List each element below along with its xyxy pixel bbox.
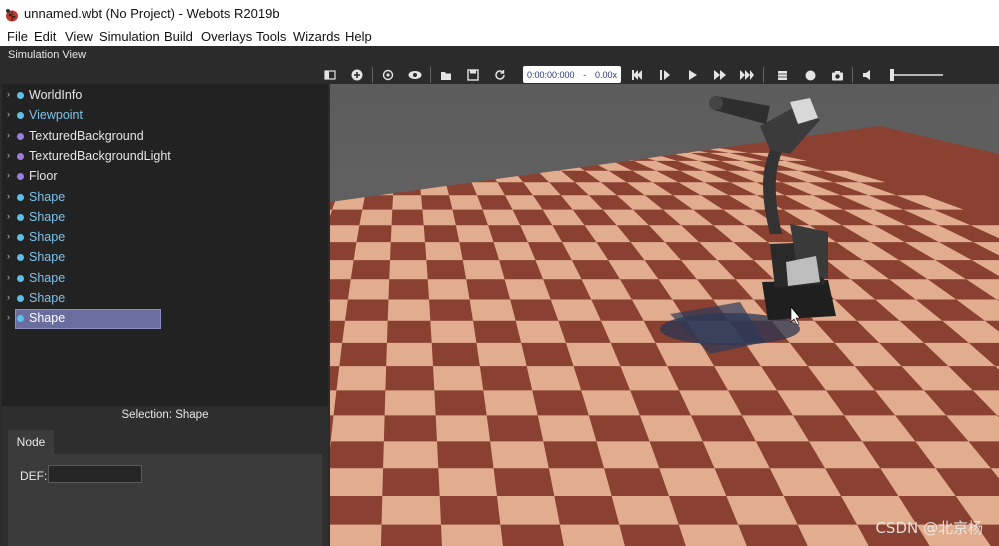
webots-ladybug-icon [6, 9, 18, 22]
scene-tree-item[interactable]: › WorldInfo [2, 86, 328, 106]
scene-tree-item-label: Shape [29, 270, 66, 285]
window-title: unnamed.wbt (No Project) - Webots R2019b [24, 6, 280, 21]
volume-slider[interactable] [890, 69, 944, 81]
dock-title: Simulation View [8, 49, 87, 61]
watermark: CSDN @北京杨 [875, 519, 983, 537]
expand-arrow-icon[interactable]: › [7, 89, 10, 99]
menu-simulation[interactable]: Simulation [99, 29, 160, 44]
scene-tree-item-label: TexturedBackground [29, 128, 144, 143]
node-panel: DEF: [8, 454, 322, 546]
selection-title: Selection: Shape [121, 409, 209, 421]
title-bar: unnamed.wbt (No Project) - Webots R2019b [0, 0, 999, 28]
node-dot-icon [17, 213, 24, 221]
scene-tree-item[interactable]: › Shape [2, 188, 328, 208]
screenshot-icon[interactable] [827, 65, 847, 85]
scene-tree-item-label: Floor [29, 169, 58, 184]
show-hide-icon[interactable] [405, 65, 425, 85]
node-dot-icon [17, 234, 24, 242]
scene-tree-item[interactable]: › Shape [2, 289, 328, 309]
scene-tree-item[interactable]: › Shape [2, 269, 328, 289]
node-dot-icon [17, 92, 24, 99]
play-icon[interactable] [683, 65, 703, 85]
def-label: DEF: [20, 469, 48, 483]
expand-arrow-icon[interactable]: › [7, 211, 10, 221]
menu-overlays[interactable]: Overlays [201, 29, 252, 44]
expand-arrow-icon[interactable]: › [7, 109, 10, 119]
menu-help[interactable]: Help [345, 29, 372, 44]
scene-tree-item[interactable]: › TexturedBackgroundLight [2, 147, 328, 167]
menu-tools[interactable]: Tools [256, 29, 286, 44]
expand-arrow-icon[interactable]: › [7, 150, 10, 160]
scene-tree-item-label: Shape [29, 291, 66, 305]
menu-build[interactable]: Build [164, 29, 193, 44]
mute-icon[interactable] [858, 65, 878, 85]
scene-tree-item[interactable]: › TexturedBackground [2, 127, 328, 147]
speed-separator: - [583, 69, 587, 80]
expand-arrow-icon[interactable]: › [7, 170, 10, 180]
scene-tree-item[interactable]: › Shape [2, 309, 328, 330]
menu-edit[interactable]: Edit [34, 29, 56, 44]
node-dot-icon [17, 274, 24, 282]
scene-tree-item[interactable]: › Floor [2, 167, 328, 187]
expand-arrow-icon[interactable]: › [7, 251, 10, 261]
menu-file[interactable]: File [7, 29, 28, 44]
menu-wizards[interactable]: Wizards [293, 29, 340, 44]
fastest-icon[interactable] [737, 65, 757, 85]
node-dot-icon [17, 132, 24, 140]
simulation-toolbar: 0:00:00:000 - 0.00x [320, 64, 999, 86]
simulation-time: 0:00:00:000 [527, 69, 575, 80]
scene-tree-item-label: TexturedBackgroundLight [29, 148, 171, 163]
node-dot-icon [17, 173, 24, 181]
node-dot-icon [17, 193, 24, 201]
scene-tree-item-label: Shape [29, 189, 66, 204]
scene-tree-item-label: Shape [29, 250, 66, 265]
record-animation-icon[interactable] [800, 65, 820, 85]
scene-tree-item-label: WorldInfo [29, 88, 83, 102]
open-world-icon[interactable] [436, 65, 456, 85]
reset-simulation-icon[interactable] [627, 65, 647, 85]
expand-arrow-icon[interactable]: › [7, 191, 10, 201]
step-icon[interactable] [655, 65, 675, 85]
node-dot-icon [17, 152, 24, 160]
scene-tree-item[interactable]: › Viewpoint [2, 106, 328, 126]
3d-scene [330, 84, 999, 546]
scene-tree-item-label: Viewpoint [29, 108, 83, 123]
expand-arrow-icon[interactable]: › [7, 292, 10, 302]
scene-tree: › WorldInfo › Viewpoint › TexturedBackground ›… [2, 84, 328, 406]
reload-world-icon[interactable] [490, 65, 510, 85]
expand-arrow-icon[interactable]: › [7, 312, 10, 322]
simulation-view-dock: Simulation View 0:00:00:000 - 0.00x › Wo… [0, 46, 999, 546]
reset-view-icon[interactable] [378, 65, 398, 85]
simulation-time-display: 0:00:00:000 - 0.00x [523, 66, 621, 83]
scene-tree-item[interactable]: › Shape [2, 208, 328, 228]
node-dot-icon [17, 295, 24, 302]
toggle-scene-tree-icon[interactable] [320, 65, 340, 85]
3d-viewport[interactable]: CSDN @北京杨 [330, 84, 999, 546]
expand-arrow-icon[interactable]: › [7, 231, 10, 241]
fast-forward-icon[interactable] [710, 65, 730, 85]
scene-tree-item-label: Shape [29, 209, 66, 224]
save-world-icon[interactable] [463, 65, 483, 85]
volume-slider-handle[interactable] [890, 69, 894, 81]
tab-node[interactable]: Node [8, 430, 54, 454]
menu-view[interactable]: View [65, 29, 93, 44]
scene-tree-item[interactable]: › Shape [2, 248, 328, 268]
add-node-icon[interactable] [347, 65, 367, 85]
simulation-speed: 0.00x [594, 69, 617, 80]
field-editor: Selection: Shape Node DEF: [2, 406, 328, 546]
expand-arrow-icon[interactable]: › [7, 272, 10, 282]
node-dot-icon [17, 112, 24, 120]
node-dot-icon [17, 254, 24, 262]
def-input[interactable] [48, 465, 142, 483]
menu-bar: File Edit View Simulation Build Overlays… [0, 28, 999, 46]
expand-arrow-icon[interactable]: › [7, 130, 10, 140]
record-movie-icon[interactable] [772, 65, 792, 85]
scene-tree-item[interactable]: › Shape [2, 228, 328, 248]
scene-tree-item-label: Shape [29, 230, 66, 245]
scene-tree-item-label: Shape [29, 311, 66, 326]
